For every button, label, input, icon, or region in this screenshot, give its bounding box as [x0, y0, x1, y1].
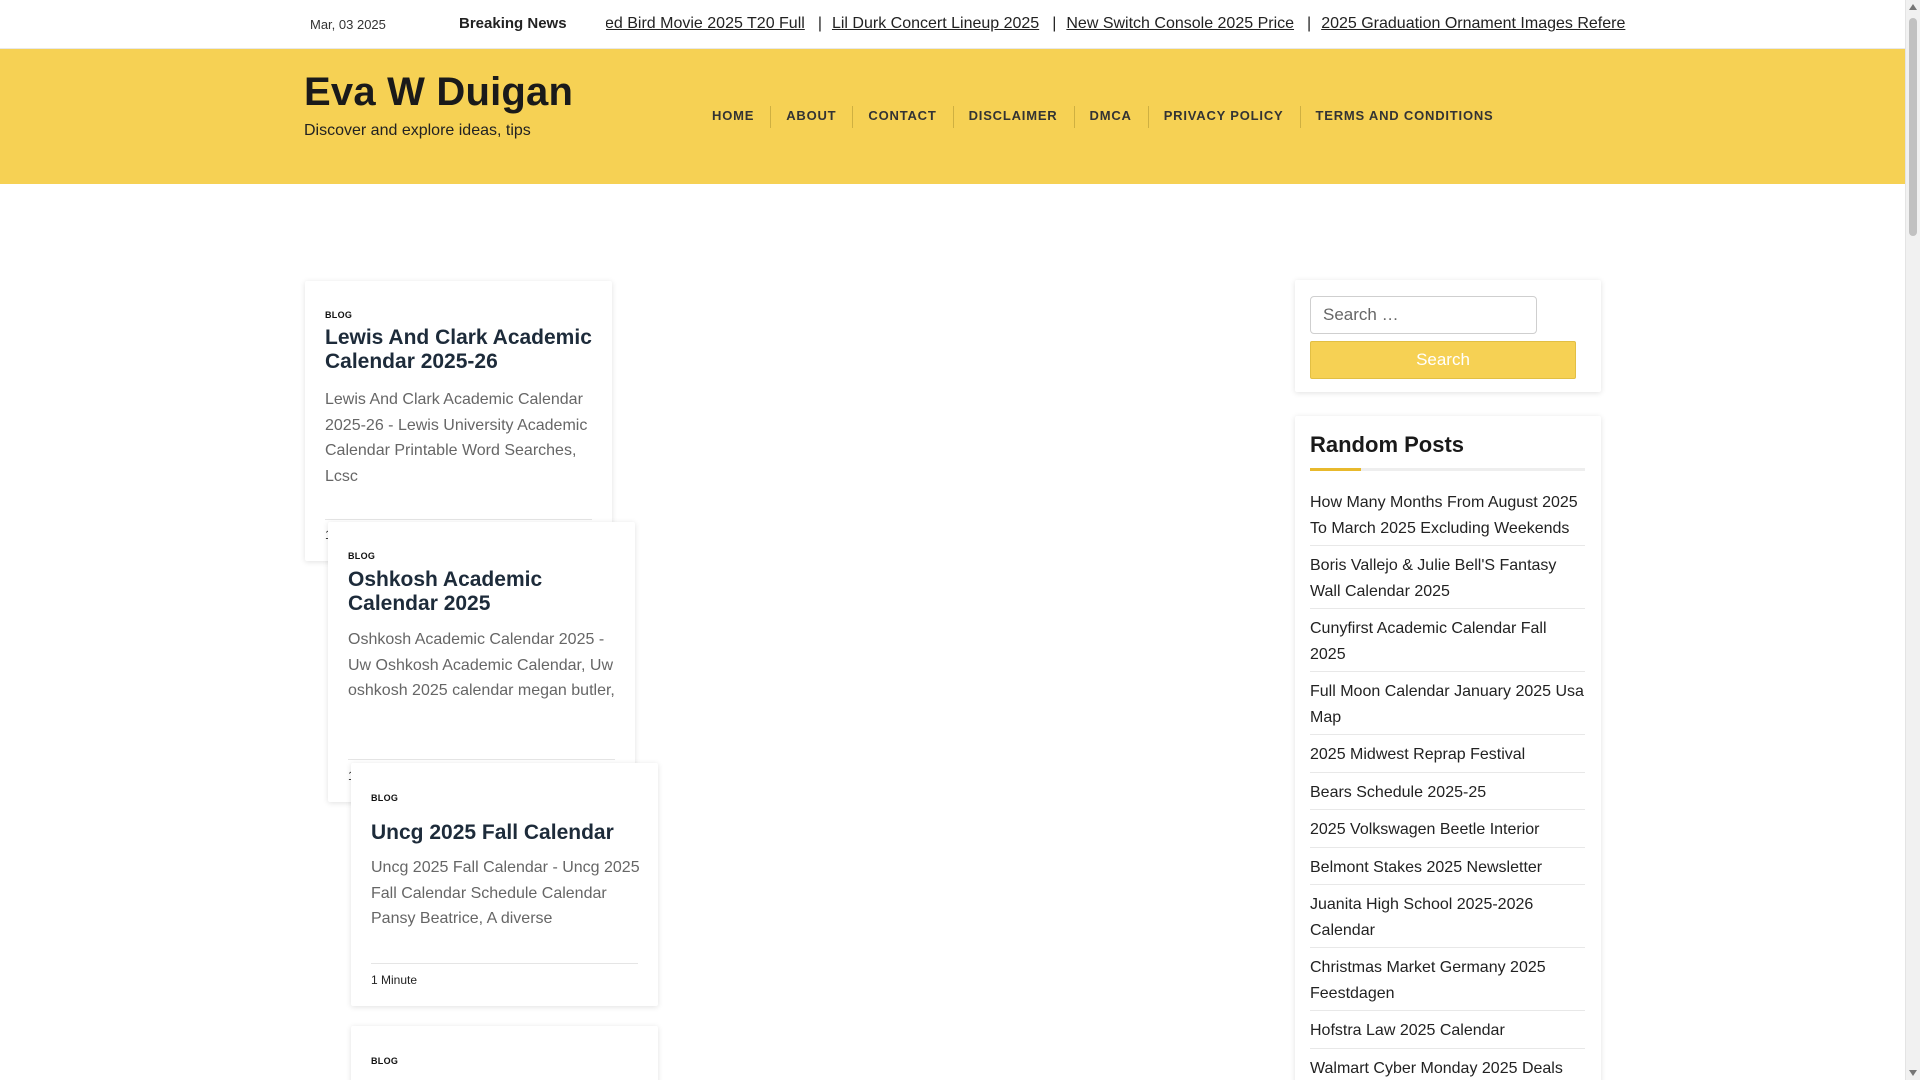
post-title[interactable]: Uncg 2025 Fall Calendar [371, 821, 641, 845]
card-divider [371, 963, 638, 964]
nav-dmca[interactable]: DMCA [1073, 105, 1148, 128]
post-card: BLOG Uncg 2025 Fall Calendar Uncg 2025 F… [351, 763, 658, 1006]
post-title[interactable]: Oshkosh Academic Calendar 2025 [348, 568, 618, 616]
ticker-separator: | [1052, 15, 1057, 32]
nav-contact[interactable]: CONTACT [852, 105, 952, 128]
page-scrollbar[interactable] [1905, 0, 1920, 1080]
search-input[interactable] [1311, 297, 1536, 333]
random-post-link[interactable]: Christmas Market Germany 2025 Feestdagen [1310, 953, 1585, 1011]
post-excerpt: Lewis And Clark Academic Calendar 2025-2… [325, 391, 588, 485]
random-post-link[interactable]: 2025 Midwest Reprap Festival [1310, 740, 1585, 773]
post-category[interactable]: BLOG [371, 1056, 398, 1066]
top-bar: Mar, 03 2025 Breaking News ed Bird Movie… [0, 0, 1905, 49]
widget-title-underline [1310, 468, 1585, 471]
post-category[interactable]: BLOG [325, 310, 352, 320]
scrollbar-thumb[interactable] [1909, 18, 1917, 236]
nav-home[interactable]: HOME [696, 108, 770, 123]
post-card: BLOG [351, 1026, 658, 1080]
nav-privacy-policy[interactable]: PRIVACY POLICY [1147, 105, 1300, 128]
ticker-track: ed Bird Movie 2025 T20 Full | Lil Durk C… [606, 15, 1625, 33]
site-header: Eva W Duigan Discover and explore ideas,… [0, 49, 1905, 184]
main-nav: HOME ABOUT CONTACT DISCLAIMER DMCA PRIVA… [696, 105, 1510, 128]
nav-disclaimer[interactable]: DISCLAIMER [952, 105, 1074, 128]
random-posts-list: How Many Months From August 2025 To Marc… [1310, 488, 1585, 1080]
post-excerpt: Oshkosh Academic Calendar 2025 - Uw Oshk… [348, 631, 615, 699]
scroll-up-arrow-icon[interactable] [1909, 4, 1917, 10]
card-divider [348, 759, 615, 760]
ticker-link[interactable]: ed Bird Movie 2025 T20 Full [606, 15, 805, 33]
nav-about[interactable]: ABOUT [770, 105, 852, 128]
ticker-link[interactable]: 2025 Graduation Ornament Images Refere [1321, 15, 1625, 33]
search-widget: Search [1295, 280, 1601, 392]
card-divider [325, 519, 592, 520]
post-category[interactable]: BLOG [348, 551, 375, 561]
random-posts-title: Random Posts [1310, 432, 1465, 457]
random-post-link[interactable]: How Many Months From August 2025 To Marc… [1310, 488, 1585, 546]
breaking-news-label: Breaking News [459, 15, 567, 32]
site-tagline: Discover and explore ideas, tips [304, 122, 531, 139]
current-date: Mar, 03 2025 [310, 17, 386, 32]
random-post-link[interactable]: Bears Schedule 2025-25 [1310, 778, 1585, 810]
post-card: BLOG Lewis And Clark Academic Calendar 2… [305, 281, 612, 561]
post-read-time: 1 Minute [371, 973, 418, 987]
random-post-link[interactable]: Boris Vallejo & Julie Bell'S Fantasy Wal… [1310, 551, 1585, 609]
scroll-down-arrow-icon[interactable] [1909, 1070, 1917, 1076]
random-post-link[interactable]: Hofstra Law 2025 Calendar [1310, 1016, 1585, 1049]
nav-terms-and-conditions[interactable]: TERMS AND CONDITIONS [1299, 105, 1510, 128]
random-post-link[interactable]: Belmont Stakes 2025 Newsletter [1310, 853, 1585, 885]
ticker-link[interactable]: Lil Durk Concert Lineup 2025 [832, 15, 1039, 33]
ticker-link[interactable]: New Switch Console 2025 Price [1066, 15, 1294, 33]
random-posts-widget: Random Posts How Many Months From August… [1295, 416, 1601, 1080]
random-post-link[interactable]: 2025 Volkswagen Beetle Interior [1310, 815, 1585, 848]
random-post-link[interactable]: Walmart Cyber Monday 2025 Deals [1310, 1054, 1585, 1080]
random-post-link[interactable]: Full Moon Calendar January 2025 Usa Map [1310, 677, 1585, 735]
ticker-separator: | [817, 15, 822, 32]
post-title[interactable]: Lewis And Clark Academic Calendar 2025-2… [325, 326, 595, 374]
breaking-news-ticker: ed Bird Movie 2025 T20 Full | Lil Durk C… [606, 12, 1629, 38]
random-post-link[interactable]: Juanita High School 2025-2026 Calendar [1310, 890, 1585, 948]
post-excerpt: Uncg 2025 Fall Calendar - Uncg 2025 Fall… [371, 859, 640, 927]
ticker-separator: | [1307, 15, 1312, 32]
search-button[interactable]: Search [1310, 341, 1576, 379]
site-title[interactable]: Eva W Duigan [304, 70, 573, 115]
post-card: BLOG Oshkosh Academic Calendar 2025 Oshk… [328, 522, 635, 802]
post-category[interactable]: BLOG [371, 793, 398, 803]
random-post-link[interactable]: Cunyfirst Academic Calendar Fall 2025 [1310, 614, 1585, 672]
search-field [1310, 296, 1537, 334]
